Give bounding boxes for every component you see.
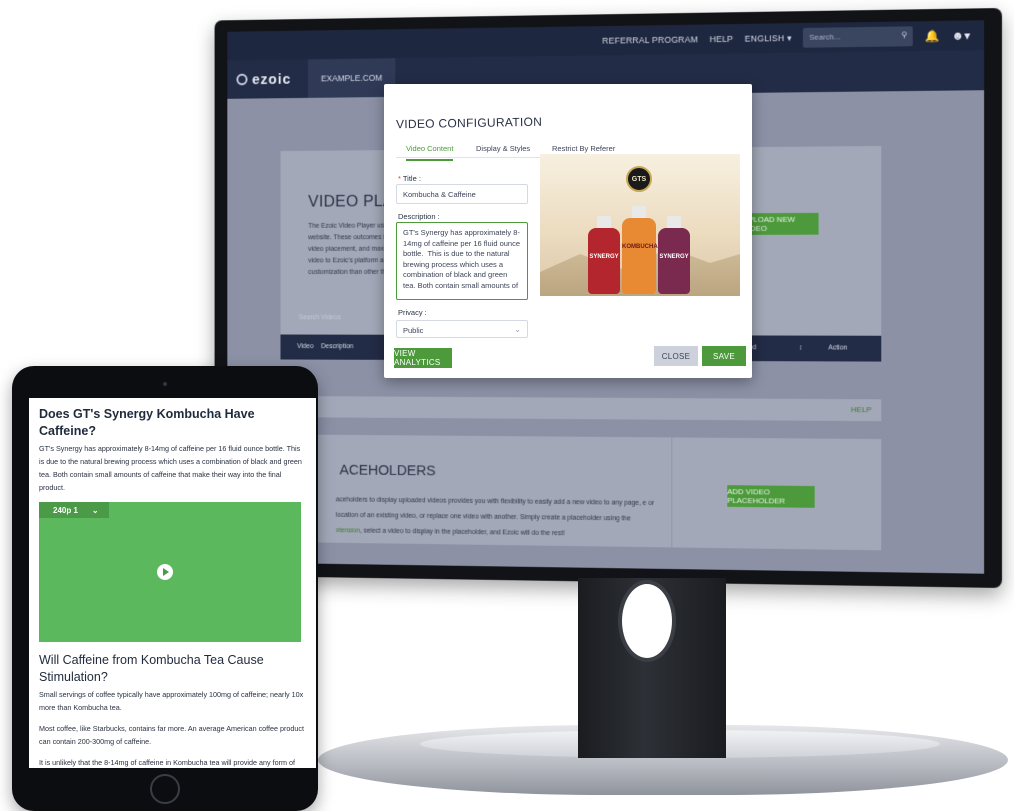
search-icon[interactable]: ⚲ — [901, 30, 907, 39]
placeholders-title: ACEHOLDERS — [339, 461, 436, 480]
logo-text: ezoic — [252, 70, 292, 88]
title-label-text: Title : — [402, 174, 421, 183]
ezoic-logo[interactable]: ezoic — [227, 70, 308, 88]
col-video[interactable]: Video — [297, 343, 313, 350]
privacy-value: Public — [403, 326, 424, 335]
tab-restrict-by-referer[interactable]: Restrict By Referer — [552, 144, 615, 153]
sort-icon[interactable]: ↕ — [799, 344, 802, 351]
article-paragraph-1: GT's Synergy has approximately 8-14mg of… — [39, 444, 302, 492]
video-thumbnail-preview[interactable]: GTS SYNERGY KOMBUCHA SYNERGY — [540, 154, 740, 296]
gts-badge: GTS — [626, 166, 652, 192]
view-analytics-button[interactable]: VIEW ANALYTICS — [394, 348, 452, 368]
site-tab[interactable]: EXAMPLE.COM — [308, 58, 396, 98]
help-link[interactable]: HELP — [851, 405, 872, 414]
tab-video-content[interactable]: Video Content — [406, 144, 454, 161]
privacy-select[interactable]: Public ⌄ — [396, 320, 528, 338]
article-paragraph-2: Small servings of coffee typically have … — [39, 690, 304, 712]
privacy-label: Privacy : — [398, 308, 427, 317]
bottle-label-1: SYNERGY — [589, 254, 619, 260]
logo-ring-icon — [236, 73, 248, 86]
monitor-stand-cable-hole — [618, 580, 676, 662]
bottle-red: SYNERGY — [588, 216, 620, 294]
placeholders-divider — [671, 437, 673, 548]
bottle-label-3: SYNERGY — [659, 254, 689, 260]
tablet-screen: Does GT's Synergy Kombucha Have Caffeine… — [29, 398, 316, 768]
close-button[interactable]: CLOSE — [654, 346, 698, 366]
add-video-placeholder-button[interactable]: ADD VIDEO PLACEHOLDER — [727, 485, 815, 508]
site-tab-label: EXAMPLE.COM — [321, 72, 383, 84]
article-heading-1: Does GT's Synergy Kombucha Have Caffeine… — [39, 407, 255, 438]
extension-link[interactable]: xtension — [336, 527, 360, 534]
description-label: Description : — [398, 212, 440, 221]
article-paragraph-3: Most coffee, like Starbucks, contains fa… — [39, 724, 305, 746]
bottle-cap — [667, 216, 681, 228]
tablet-home-button[interactable] — [150, 774, 180, 804]
article-paragraph-4: It is unlikely that the 8-14mg of caffei… — [39, 758, 295, 767]
video-player[interactable]: 240p 1 ⌄ — [39, 502, 301, 642]
chevron-down-icon: ⌄ — [91, 505, 99, 515]
bottle-orange: KOMBUCHA — [622, 206, 658, 294]
nav-help[interactable]: HELP — [710, 34, 733, 44]
article-heading-2: Will Caffeine from Kombucha Tea Cause St… — [39, 653, 264, 684]
upload-new-video-button[interactable]: UPLOAD NEW VIDEO — [742, 212, 819, 235]
col-action[interactable]: Action — [828, 345, 847, 352]
search-videos-input[interactable]: Search Videos — [299, 314, 341, 321]
placeholders-description: aceholders to display uploaded videos pr… — [336, 493, 656, 544]
description-textarea[interactable]: GT's Synergy has approximately 8-14mg of… — [396, 222, 528, 300]
search-input[interactable]: Search... ⚲ — [803, 26, 914, 48]
chevron-down-icon: ⌄ — [514, 325, 521, 334]
nav-referral-program[interactable]: REFERRAL PROGRAM — [602, 34, 698, 45]
bell-icon[interactable]: 🔔 — [925, 29, 940, 43]
col-description[interactable]: Description — [321, 343, 353, 350]
quality-label: 240p 1 — [53, 505, 78, 515]
tablet: Does GT's Synergy Kombucha Have Caffeine… — [12, 366, 318, 811]
bottle-purple: SYNERGY — [658, 216, 690, 294]
tab-display-styles[interactable]: Display & Styles — [476, 144, 530, 153]
nav-language-select[interactable]: ENGLISH ▾ — [745, 33, 792, 45]
play-icon[interactable] — [157, 564, 173, 580]
tablet-camera — [163, 382, 167, 386]
bottle-cap — [632, 206, 646, 218]
placeholders-text-2: , select a video to display in the place… — [359, 527, 565, 538]
save-button[interactable]: SAVE — [702, 346, 746, 366]
search-placeholder: Search... — [809, 32, 841, 42]
bottle-label-2: KOMBUCHA — [622, 244, 658, 250]
video-configuration-modal: VIDEO CONFIGURATION Video Content Displa… — [384, 84, 752, 378]
bottle-cap — [597, 216, 611, 228]
help-row: HELP — [280, 395, 882, 422]
placeholders-text-1: aceholders to display uploaded videos pr… — [335, 496, 655, 523]
title-label: * Title : — [398, 174, 421, 183]
quality-selector[interactable]: 240p 1 ⌄ — [39, 502, 109, 518]
user-icon[interactable]: ☻▾ — [952, 28, 971, 42]
modal-title: VIDEO CONFIGURATION — [395, 114, 543, 132]
title-input[interactable]: Kombucha & Caffeine — [396, 184, 528, 204]
